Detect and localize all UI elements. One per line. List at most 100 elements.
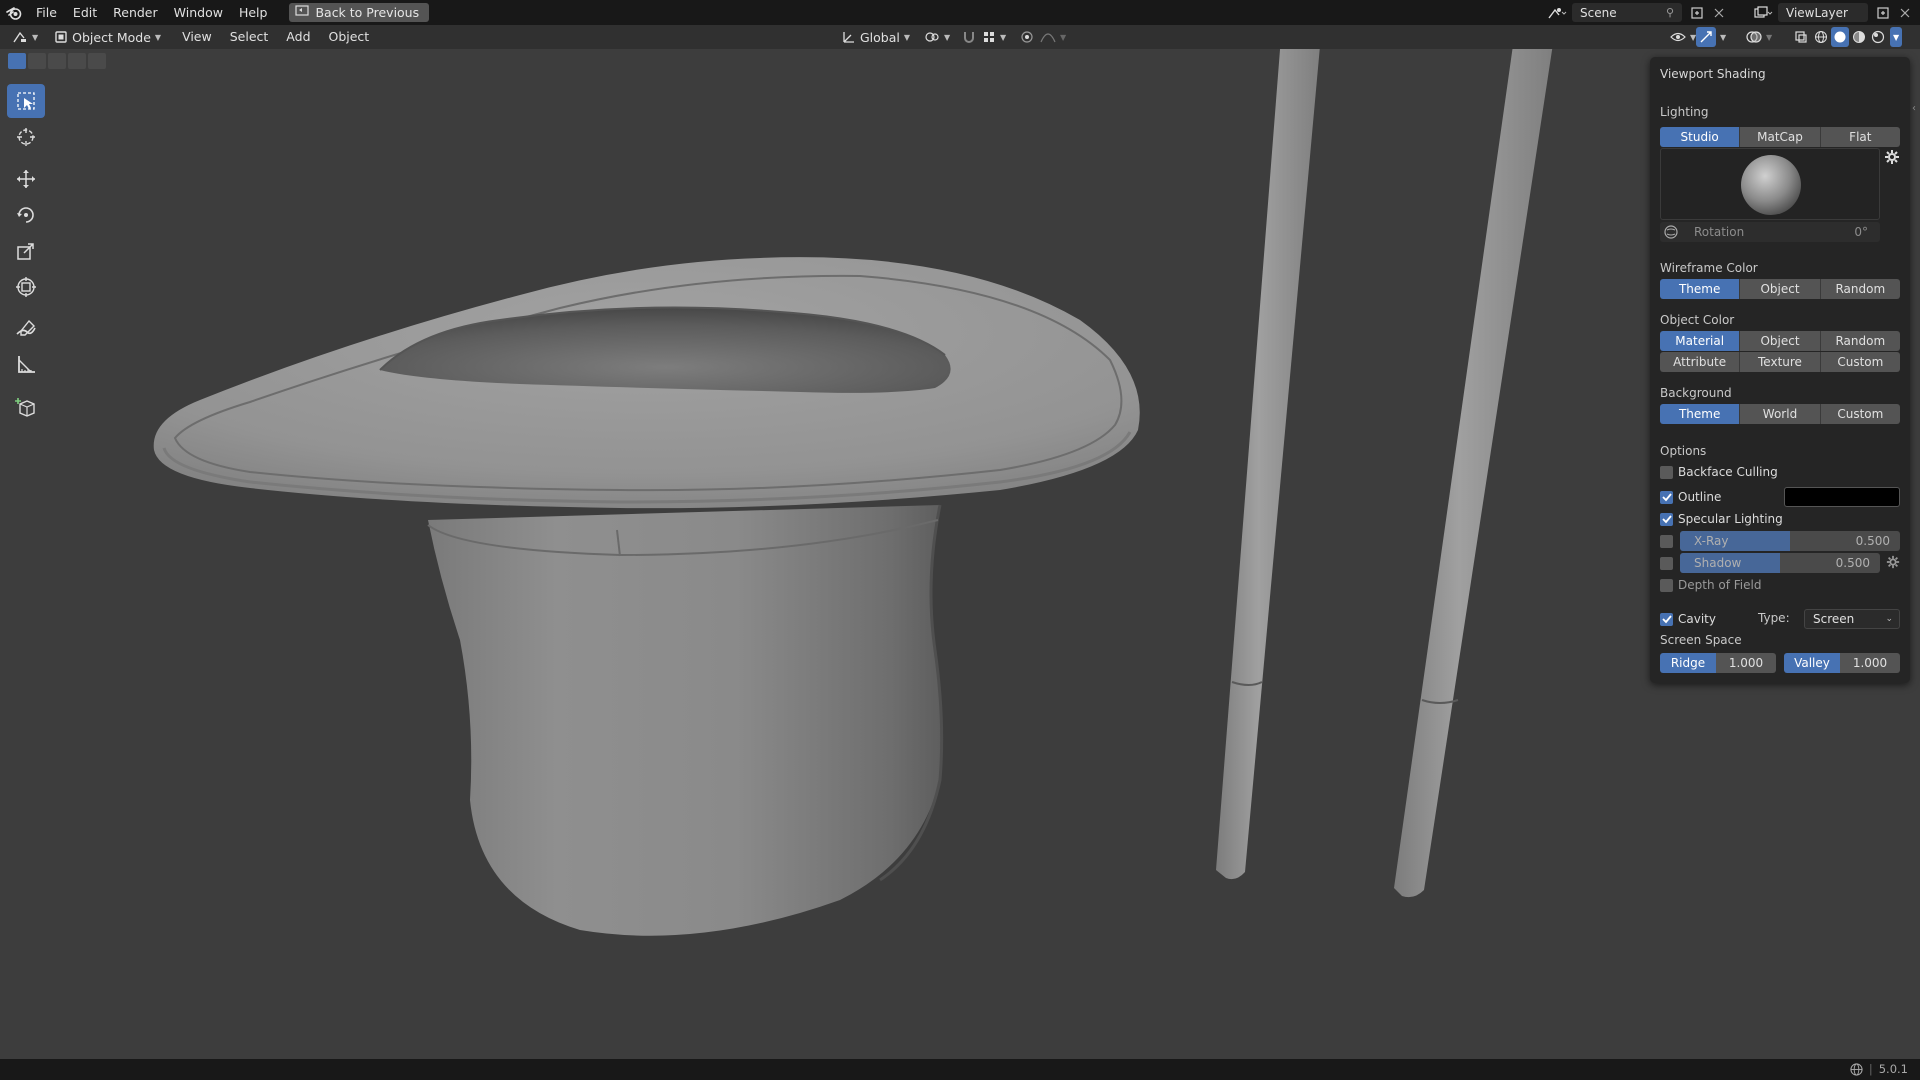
gizmo-dropdown[interactable]: ▼ bbox=[1718, 27, 1728, 47]
menu-select[interactable]: Select bbox=[221, 25, 278, 49]
new-scene-icon[interactable] bbox=[1686, 3, 1708, 22]
cavity-checkbox[interactable] bbox=[1660, 612, 1673, 626]
xray-checkbox[interactable] bbox=[1660, 534, 1673, 548]
shading-material-button[interactable] bbox=[1850, 27, 1868, 47]
object-color-custom-button[interactable]: Custom bbox=[1820, 352, 1900, 372]
editor-type-button[interactable]: ▼ bbox=[6, 27, 44, 47]
rotation-field[interactable]: Rotation 0° bbox=[1660, 222, 1880, 242]
overlays-toggle[interactable]: ▼ bbox=[1740, 27, 1778, 47]
wireframe-random-button[interactable]: Random bbox=[1820, 279, 1900, 299]
background-theme-button[interactable]: Theme bbox=[1660, 404, 1741, 424]
object-mode-dropdown[interactable]: Object Mode ▼ bbox=[48, 27, 167, 47]
add-cube-tool[interactable] bbox=[7, 390, 45, 424]
menu-view[interactable]: View bbox=[173, 25, 221, 49]
scale-tool[interactable] bbox=[7, 234, 45, 268]
object-color-attribute-button[interactable]: Attribute bbox=[1660, 352, 1741, 372]
annotate-tool[interactable] bbox=[7, 312, 45, 346]
select-subtract-icon[interactable] bbox=[48, 53, 66, 69]
pivot-point-dropdown[interactable]: ▼ bbox=[918, 27, 956, 47]
xray-row[interactable] bbox=[1660, 532, 1673, 550]
cavity-row[interactable]: Cavity bbox=[1660, 610, 1716, 628]
shading-rendered-button[interactable] bbox=[1869, 27, 1887, 47]
studio-light-preview[interactable] bbox=[1660, 148, 1880, 220]
wireframe-color-options: Theme Object Random bbox=[1660, 279, 1900, 299]
select-intersect-icon[interactable] bbox=[88, 53, 106, 69]
new-view-layer-icon[interactable] bbox=[1872, 3, 1894, 22]
shadow-slider[interactable]: Shadow 0.500 bbox=[1680, 553, 1880, 573]
menu-render[interactable]: Render bbox=[105, 0, 166, 25]
annotate-pencil-icon bbox=[16, 319, 36, 336]
shading-solid-button[interactable] bbox=[1831, 27, 1849, 47]
3d-viewport[interactable] bbox=[0, 49, 1920, 1059]
xray-slider[interactable]: X-Ray 0.500 bbox=[1680, 531, 1900, 551]
pin-icon[interactable]: ⚲ bbox=[1666, 6, 1674, 19]
shading-dropdown[interactable]: ▼ bbox=[1890, 27, 1903, 47]
ridge-label: Ridge bbox=[1660, 653, 1716, 673]
back-to-previous-button[interactable]: Back to Previous bbox=[289, 3, 430, 22]
shading-wireframe-button[interactable] bbox=[1812, 27, 1830, 47]
lighting-flat-button[interactable]: Flat bbox=[1820, 127, 1900, 147]
specular-lighting-row[interactable]: Specular Lighting bbox=[1660, 510, 1783, 528]
menu-window[interactable]: Window bbox=[166, 0, 231, 25]
pole-left[interactable] bbox=[1216, 49, 1322, 880]
move-tool[interactable] bbox=[7, 162, 45, 196]
backface-culling-checkbox[interactable] bbox=[1660, 465, 1673, 479]
outline-row[interactable]: Outline bbox=[1660, 488, 1721, 506]
view-layer-icon[interactable] bbox=[1748, 3, 1778, 22]
select-extend-icon[interactable] bbox=[28, 53, 46, 69]
depth-of-field-row[interactable]: Depth of Field bbox=[1660, 576, 1761, 594]
select-box-tool[interactable] bbox=[7, 84, 45, 118]
snap-target-dropdown[interactable]: ▼ bbox=[976, 27, 1012, 47]
select-new-icon[interactable] bbox=[8, 53, 26, 69]
delete-scene-icon[interactable] bbox=[1708, 3, 1730, 22]
menu-help[interactable]: Help bbox=[231, 0, 276, 25]
pole-right[interactable] bbox=[1394, 49, 1556, 898]
object-color-options-row1: Material Object Random bbox=[1660, 331, 1900, 351]
proportional-falloff-dropdown[interactable]: ▼ bbox=[1034, 27, 1072, 47]
sidebar-toggle-arrow-icon[interactable]: ‹ bbox=[1912, 103, 1916, 114]
select-invert-icon[interactable] bbox=[68, 53, 86, 69]
xray-toggle[interactable] bbox=[1788, 27, 1814, 47]
backface-culling-row[interactable]: Backface Culling bbox=[1660, 463, 1778, 481]
cavity-type-dropdown[interactable]: Screen ⌄ bbox=[1804, 609, 1900, 629]
ridge-field[interactable]: Ridge 1.000 bbox=[1660, 653, 1776, 673]
wireframe-color-label: Wireframe Color bbox=[1660, 261, 1758, 275]
wireframe-object-button[interactable]: Object bbox=[1740, 279, 1821, 299]
menu-add[interactable]: Add bbox=[277, 25, 319, 49]
lighting-studio-button[interactable]: Studio bbox=[1660, 127, 1741, 147]
transform-tool[interactable] bbox=[7, 270, 45, 304]
wireframe-theme-button[interactable]: Theme bbox=[1660, 279, 1741, 299]
gizmo-toggle[interactable] bbox=[1696, 27, 1716, 47]
rotate-tool[interactable] bbox=[7, 198, 45, 232]
menu-object[interactable]: Object bbox=[320, 25, 379, 49]
shadow-row[interactable] bbox=[1660, 554, 1673, 572]
measure-tool[interactable] bbox=[7, 348, 45, 382]
object-color-material-button[interactable]: Material bbox=[1660, 331, 1741, 351]
valley-field[interactable]: Valley 1.000 bbox=[1784, 653, 1900, 673]
scene-selector-icon[interactable] bbox=[1542, 3, 1572, 22]
view-layer-field[interactable]: ViewLayer bbox=[1778, 3, 1868, 22]
depth-of-field-checkbox[interactable] bbox=[1660, 578, 1673, 592]
blender-logo-icon[interactable] bbox=[0, 0, 28, 25]
top-hat-model[interactable] bbox=[153, 257, 1140, 936]
object-color-texture-button[interactable]: Texture bbox=[1740, 352, 1821, 372]
shadow-checkbox[interactable] bbox=[1660, 556, 1673, 570]
shadow-settings-gear-icon[interactable] bbox=[1886, 555, 1900, 572]
scene-name-field[interactable]: Scene ⚲ bbox=[1572, 3, 1682, 22]
menu-edit[interactable]: Edit bbox=[65, 0, 105, 25]
delete-view-layer-icon[interactable] bbox=[1894, 3, 1916, 22]
ridge-value: 1.000 bbox=[1716, 653, 1776, 673]
chevron-down-icon: ▼ bbox=[32, 32, 39, 42]
background-custom-button[interactable]: Custom bbox=[1820, 404, 1900, 424]
lighting-matcap-button[interactable]: MatCap bbox=[1740, 127, 1821, 147]
object-color-random-button[interactable]: Random bbox=[1820, 331, 1900, 351]
transform-orientation-dropdown[interactable]: Global ▼ bbox=[836, 27, 916, 47]
specular-lighting-checkbox[interactable] bbox=[1660, 512, 1673, 526]
background-world-button[interactable]: World bbox=[1740, 404, 1821, 424]
menu-file[interactable]: File bbox=[28, 0, 65, 25]
cursor-tool[interactable] bbox=[7, 120, 45, 154]
outline-color-swatch[interactable] bbox=[1784, 487, 1900, 507]
studio-light-settings-gear-icon[interactable] bbox=[1884, 149, 1900, 168]
outline-checkbox[interactable] bbox=[1660, 490, 1673, 504]
object-color-object-button[interactable]: Object bbox=[1740, 331, 1821, 351]
